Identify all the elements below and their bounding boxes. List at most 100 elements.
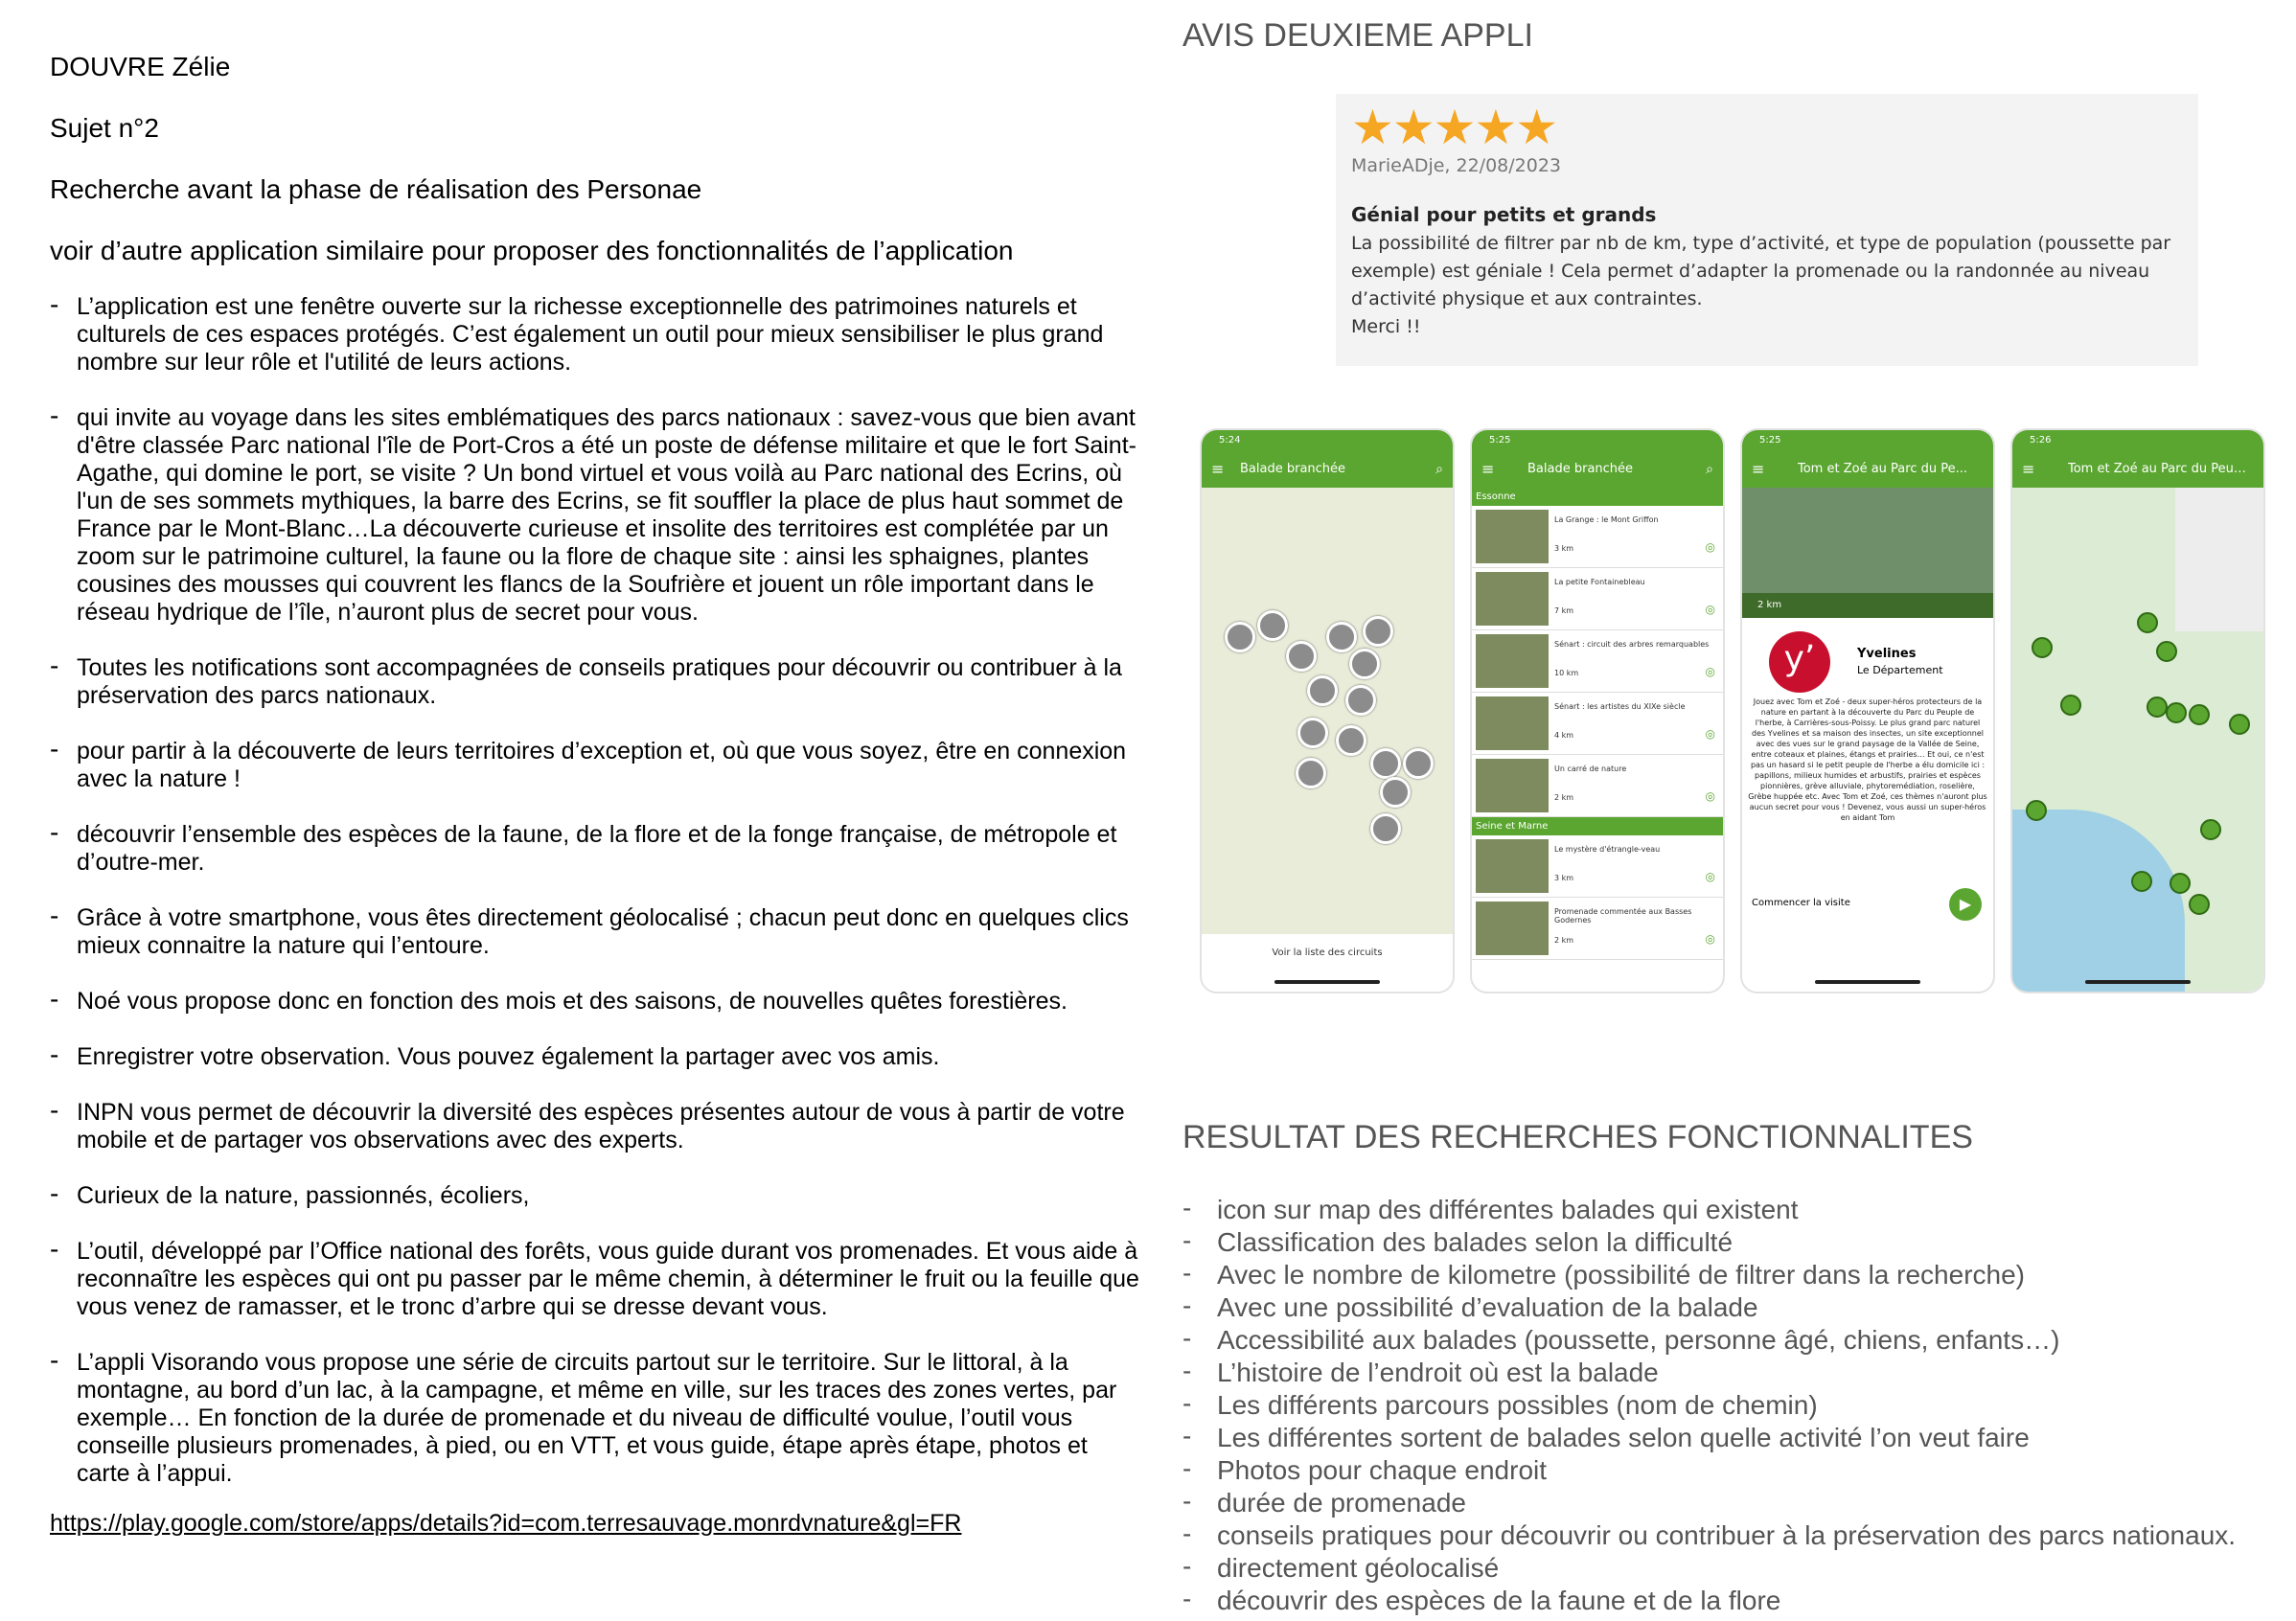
list-item: - Curieux de la nature, passionnés, écoli… (50, 1179, 1142, 1210)
trail-list-item[interactable]: Sénart : circuit des arbres remarquables… (1472, 630, 1723, 693)
status-bar: 5:24 (1202, 430, 1453, 451)
bullet-dash: - (1182, 1421, 1192, 1450)
map-pin-icon[interactable] (2170, 873, 2191, 894)
trail-list-item[interactable]: Le mystère d'étrangle-veau 3 km ◎ (1472, 835, 1723, 898)
review-thanks: Merci !! (1351, 316, 1421, 337)
search-icon: ⌕ (1435, 462, 1443, 477)
locate-icon[interactable]: ◎ (1706, 727, 1715, 741)
map-pin-icon (1370, 748, 1401, 779)
list-item-text: directement géolocalisé (1217, 1553, 1500, 1583)
bullet-dash: - (1182, 1290, 1192, 1320)
map-pin-icon (1403, 748, 1434, 779)
map-pin-icon (1363, 616, 1393, 647)
list-item-text: découvrir des espèces de la faune et de … (1217, 1586, 1781, 1615)
locate-icon[interactable]: ◎ (1706, 603, 1715, 616)
list-item-text: Photos pour chaque endroit (1217, 1455, 1548, 1485)
list-item-text: L’appli Visorando vous propose une série… (77, 1349, 1117, 1487)
map-area (1202, 488, 1453, 934)
list-item: - Grâce à votre smartphone, vous êtes dir… (50, 902, 1142, 960)
trail-list-item[interactable]: Sénart : les artistes du XIXe siècle 4 km… (1472, 693, 1723, 755)
map-pin-icon[interactable] (2026, 800, 2047, 821)
play-button[interactable]: ▶ (1949, 888, 1982, 921)
review-meta: MarieADje, 22/08/2023 (1351, 155, 1562, 176)
bullet-dash: - (1182, 1225, 1192, 1255)
map-pin-icon[interactable] (2166, 702, 2187, 723)
trail-name: La Grange : le Mont Griffon (1554, 515, 1659, 524)
review-title: Génial pour petits et grands (1351, 203, 1657, 226)
app-bar: ≡ Balade branchée ⌕ (1202, 451, 1453, 488)
trail-distance: 2 km (1554, 936, 1574, 945)
home-indicator (1274, 980, 1380, 984)
map-pin-icon[interactable] (2189, 704, 2210, 725)
app-bar-title: Balade branchée (1240, 462, 1346, 476)
list-item: - directement géolocalisé (1182, 1551, 2236, 1585)
view-list-button[interactable]: Voir la liste des circuits (1202, 934, 1453, 992)
map-pin-icon[interactable] (2156, 641, 2177, 662)
map-pin-icon (1336, 725, 1366, 756)
list-item: - L’application est une fenêtre ouverte s… (50, 290, 1142, 377)
list-item: - INPN vous permet de découvrir la divers… (50, 1096, 1142, 1154)
map-pin-icon[interactable] (2060, 695, 2081, 716)
map-pin-icon[interactable] (2131, 871, 2152, 892)
list-item-text: Accessibilité aux balades (poussette, pe… (1217, 1325, 2060, 1355)
bullet-dash: - (1182, 1193, 1192, 1222)
map-pin-icon (1225, 622, 1255, 652)
bullet-dash: - (1182, 1486, 1192, 1516)
list-item: - Avec le nombre de kilometre (possibilit… (1182, 1258, 2236, 1291)
trail-thumbnail (1476, 696, 1549, 750)
locate-icon[interactable]: ◎ (1706, 870, 1715, 883)
bullet-dash: - (50, 1234, 59, 1264)
park-map (2012, 488, 2263, 992)
locate-icon[interactable]: ◎ (1706, 665, 1715, 678)
trail-distance: 10 km (1554, 669, 1579, 677)
trail-distance: 3 km (1554, 544, 1574, 553)
list-item-text: Les différentes sortent de balades selon… (1217, 1423, 2030, 1452)
map-pin-icon[interactable] (2147, 696, 2168, 718)
trail-list-item[interactable]: La Grange : le Mont Griffon 3 km ◎ (1472, 506, 1723, 568)
play-store-link[interactable]: https://play.google.com/store/apps/detai… (50, 1510, 1142, 1538)
trail-distance: 7 km (1554, 606, 1574, 615)
start-visit-row: Commencer la visite ▶ (1742, 886, 1993, 928)
map-pin-icon (1297, 718, 1328, 748)
phone-screenshot-map: 5:24 ≡ Balade branchée ⌕ Voir la liste d… (1200, 428, 1455, 993)
research-heading: Recherche avant la phase de réalisation … (50, 174, 702, 204)
trail-list-item[interactable]: Un carré de nature 2 km ◎ (1472, 755, 1723, 817)
bullet-dash: - (50, 651, 59, 680)
list-item: - L’appli Visorando vous propose une séri… (50, 1346, 1142, 1488)
list-item-text: qui invite au voyage dans les sites embl… (77, 404, 1137, 626)
map-pin-icon[interactable] (2189, 894, 2210, 915)
locate-icon[interactable]: ◎ (1706, 789, 1715, 803)
app-bar: ≡ Balade branchée ⌕ (1472, 451, 1723, 488)
logo-mark-icon: y’ (1769, 631, 1830, 693)
map-pin-icon[interactable] (2229, 714, 2250, 735)
bullet-dash: - (1182, 1356, 1192, 1385)
map-pin-icon[interactable] (2200, 819, 2221, 840)
star-rating: ★★★★★ (1351, 100, 1558, 155)
trail-thumbnail (1476, 839, 1549, 893)
trail-thumbnail (1476, 759, 1549, 812)
app-description-list: - L’application est une fenêtre ouverte s… (50, 290, 1142, 1488)
review-section-title: AVIS DEUXIEME APPLI (1182, 17, 1533, 54)
locate-icon[interactable]: ◎ (1706, 540, 1715, 554)
list-item-text: Curieux de la nature, passionnés, écolie… (77, 1182, 530, 1209)
app-bar: ≡ Tom et Zoé au Parc du Pe... (1742, 451, 1993, 488)
trail-list-item[interactable]: Promenade commentée aux Basses Godernes 2… (1472, 898, 1723, 960)
section-header-seine-et-marne: Seine et Marne (1472, 817, 1723, 835)
list-item-text: découvrir l’ensemble des espèces de la f… (77, 821, 1117, 876)
menu-icon: ≡ (2022, 460, 2035, 478)
search-icon: ⌕ (1706, 462, 1713, 477)
list-item: - découvrir l’ensemble des espèces de la … (50, 818, 1142, 877)
brand-subtitle: Le Département (1857, 664, 1943, 676)
map-pin-icon[interactable] (2137, 612, 2158, 633)
app-bar-title: Balade branchée (1527, 462, 1634, 476)
bullet-dash: - (1182, 1584, 1192, 1613)
bullet-dash: - (1182, 1258, 1192, 1288)
review-card: ★★★★★ MarieADje, 22/08/2023 Génial pour … (1336, 94, 2198, 366)
locate-icon[interactable]: ◎ (1706, 932, 1715, 946)
trail-list-item[interactable]: La petite Fontainebleau 7 km ◎ (1472, 568, 1723, 630)
bullet-dash: - (50, 400, 59, 430)
trail-distance: 3 km (1554, 874, 1574, 882)
map-pin-icon[interactable] (2032, 637, 2053, 658)
author-name: DOUVRE Zélie (50, 52, 231, 81)
app-bar: ≡ Tom et Zoé au Parc du Peuple... (2012, 451, 2263, 488)
